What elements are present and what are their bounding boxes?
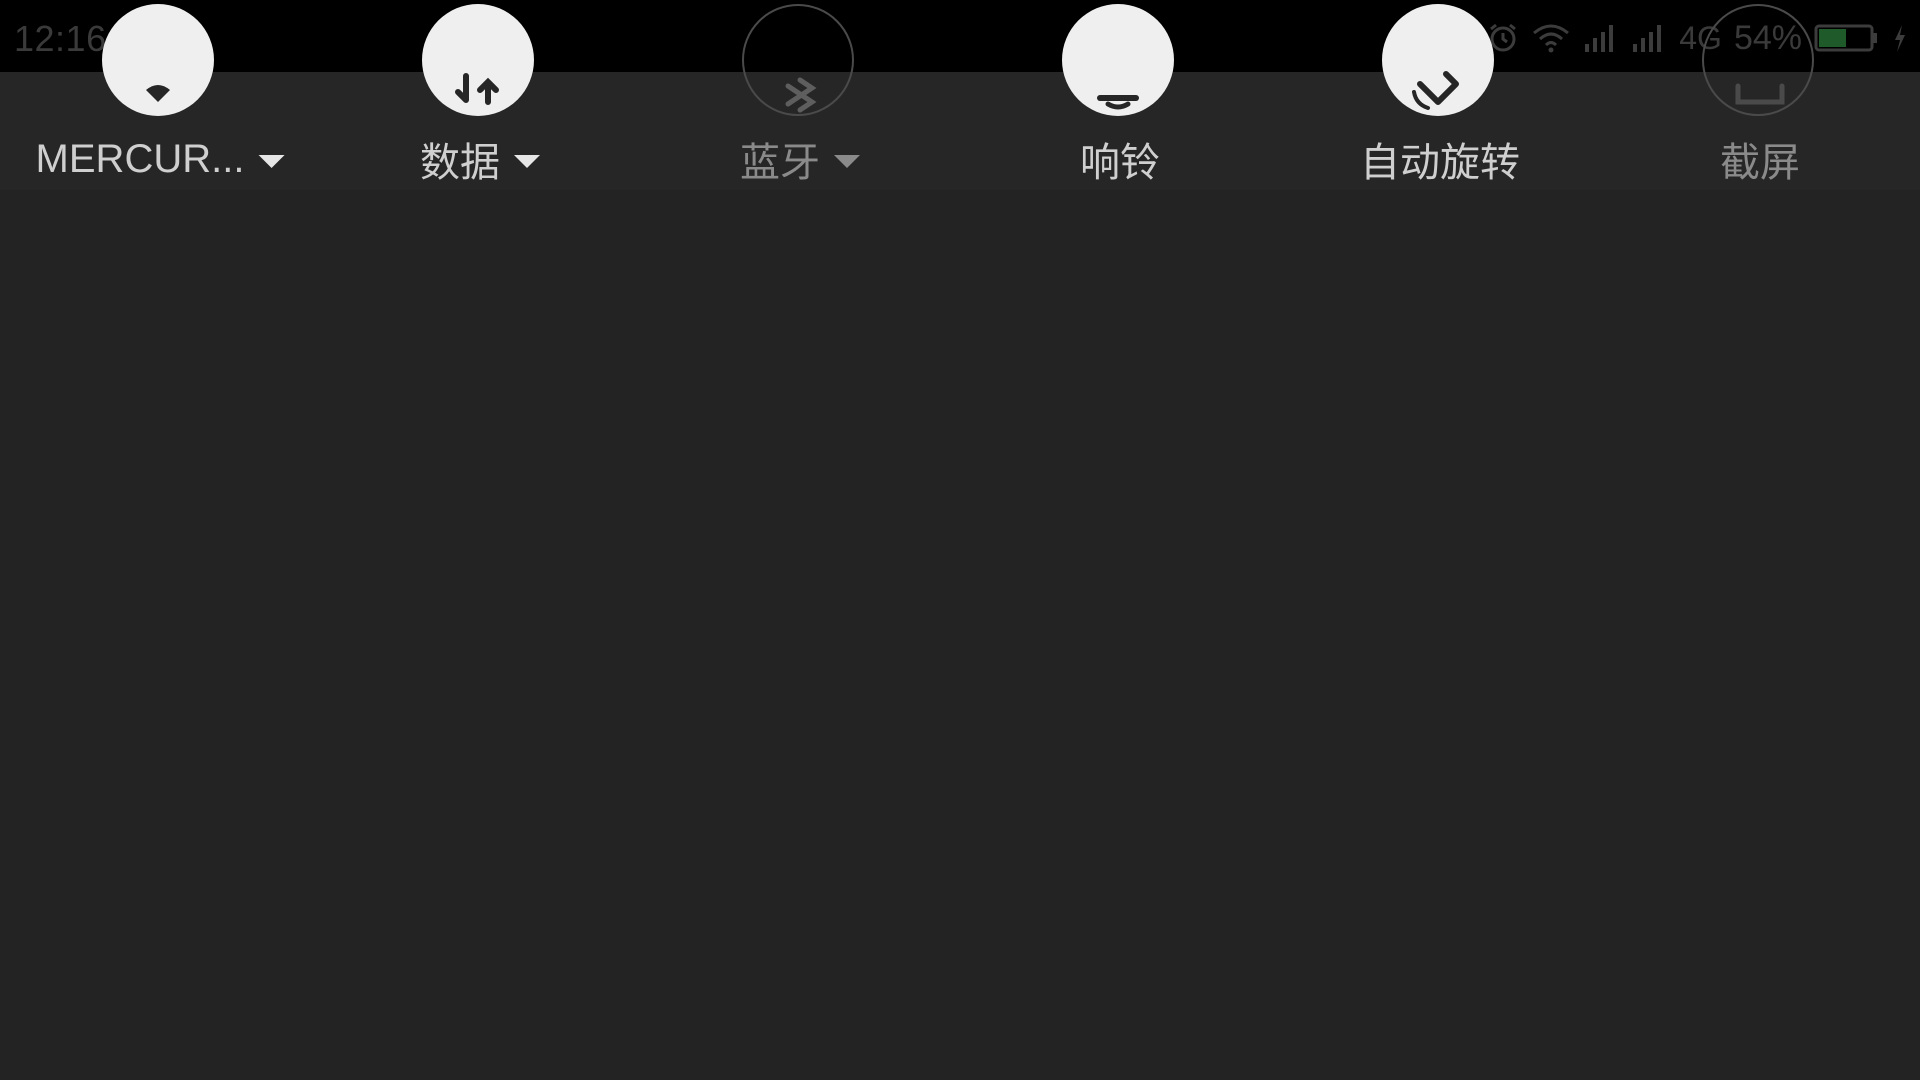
tile-bluetooth-label[interactable]: 蓝牙	[740, 134, 860, 186]
bluetooth-icon	[785, 77, 817, 113]
status-time: 12:16	[14, 18, 107, 59]
tile-data-label[interactable]: 数据	[420, 134, 540, 186]
tile-data-toggle[interactable]	[422, 4, 534, 116]
tile-screenshot-label[interactable]: 截屏	[1720, 134, 1800, 186]
tile-data-text: 数据	[420, 140, 500, 186]
status-icons: 4G 54%	[1487, 18, 1908, 58]
rotate-icon	[1412, 71, 1459, 110]
tile-wifi-toggle[interactable]	[102, 4, 214, 116]
bell-icon	[1097, 95, 1139, 110]
battery-fill	[1819, 29, 1846, 47]
signal-icon	[1633, 25, 1662, 52]
tile-autorotate-text: 自动旋转	[1360, 140, 1520, 186]
quick-settings-panel: MERCUR... 数据 蓝牙 响铃 自动旋转 截屏	[0, 4, 1920, 190]
tile-screenshot-button[interactable]	[1702, 4, 1814, 116]
screenshot-icon	[1735, 83, 1785, 105]
chevron-down-icon[interactable]	[514, 154, 540, 168]
chevron-down-icon[interactable]	[834, 154, 860, 168]
tile-autorotate-toggle[interactable]	[1382, 4, 1494, 116]
wifi-icon	[146, 85, 170, 102]
tile-autorotate-label[interactable]: 自动旋转	[1360, 134, 1520, 186]
tile-bluetooth-text: 蓝牙	[740, 140, 820, 186]
data-arrows-icon	[455, 73, 499, 105]
charging-icon	[1895, 25, 1905, 52]
wifi-icon	[1533, 24, 1570, 53]
tile-wifi-text: MERCUR...	[35, 136, 245, 181]
tile-bluetooth-toggle[interactable]	[742, 4, 854, 116]
status-bar: 12:16 4G 54%	[0, 0, 1920, 72]
tile-wifi-label[interactable]: MERCUR...	[36, 134, 285, 184]
tile-ring-label[interactable]: 响铃	[1080, 134, 1160, 186]
signal-icon	[1585, 25, 1614, 52]
chevron-down-icon[interactable]	[258, 154, 285, 168]
notification-area	[0, 190, 1920, 1080]
battery-icon	[1814, 24, 1877, 52]
tile-ring-text: 响铃	[1080, 140, 1160, 186]
tile-screenshot-text: 截屏	[1720, 140, 1800, 186]
screen: 12:16 4G 54% MERCUR... 数据 蓝牙 响铃 自动旋转 截屏	[0, 0, 1920, 1080]
tile-ring-toggle[interactable]	[1062, 4, 1174, 116]
